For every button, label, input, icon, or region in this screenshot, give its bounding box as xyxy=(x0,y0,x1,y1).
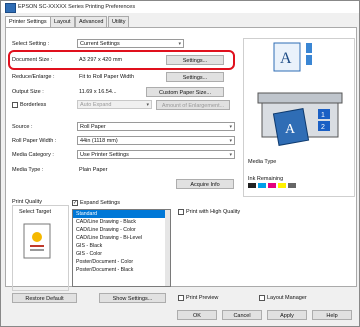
expand-settings-label: Expand Settings xyxy=(80,200,121,206)
ok-button[interactable]: OK xyxy=(177,310,217,320)
printer-illustration: A 1 2 xyxy=(257,92,343,146)
select-setting-value: Current Settings xyxy=(80,41,120,47)
list-item[interactable]: CAD/Line Drawing - Color xyxy=(73,226,170,234)
print-high-quality-label: Print with High Quality xyxy=(186,209,241,215)
custom-paper-size-button[interactable]: Custom Paper Size... xyxy=(146,87,224,97)
list-item[interactable]: GIS - Black xyxy=(73,242,170,250)
print-preview-checkbox[interactable] xyxy=(178,295,184,301)
window-title: EPSON SC-XXXXX Series Printing Preferenc… xyxy=(18,4,136,10)
document-size-settings-button[interactable]: Settings... xyxy=(166,55,224,65)
ink-levels-bar xyxy=(248,183,348,189)
reduce-enlarge-settings-button[interactable]: Settings... xyxy=(166,72,224,82)
list-scrollbar[interactable] xyxy=(165,210,170,286)
media-type-label: Media Type : xyxy=(12,167,44,173)
reduce-enlarge-value: Fit to Roll Paper Width xyxy=(79,74,135,80)
source-dropdown[interactable]: Roll Paper ▾ xyxy=(77,122,235,131)
media-category-label: Media Category : xyxy=(12,152,54,158)
document-size-value: A3 297 x 420 mm xyxy=(79,57,123,63)
document-size-label: Document Size : xyxy=(12,57,53,63)
document-preview-icon xyxy=(23,223,51,259)
borderless-mode-value: Auto Expand xyxy=(80,102,112,108)
ink-remaining-label: Ink Remaining xyxy=(248,176,284,182)
chevron-down-icon: ▾ xyxy=(229,138,232,144)
amount-of-enlargement-button[interactable]: Amount of Enlargement... xyxy=(156,100,230,110)
select-setting-label: Select Setting : xyxy=(12,41,49,47)
restore-default-button[interactable]: Restore Default xyxy=(12,293,77,303)
borderless-label: Borderless xyxy=(20,102,47,108)
list-item[interactable]: CAD/Line Drawing - Black xyxy=(73,218,170,226)
cancel-button[interactable]: Cancel xyxy=(222,310,262,320)
output-size-value: 11.69 x 16.54... xyxy=(79,89,117,95)
media-category-value: Use Printer Settings xyxy=(80,152,129,158)
chevron-down-icon: ▾ xyxy=(229,152,232,158)
tab-utility[interactable]: Utility xyxy=(108,16,130,27)
roll-paper-width-dropdown[interactable]: 44in (1118 mm) ▾ xyxy=(77,136,235,145)
apply-button[interactable]: Apply xyxy=(267,310,307,320)
show-settings-button[interactable]: Show Settings... xyxy=(99,293,166,303)
reduce-enlarge-label: Reduce/Enlarge : xyxy=(12,74,55,80)
svg-text:2: 2 xyxy=(321,124,325,131)
list-item[interactable]: CAD/Line Drawing - Bi-Level xyxy=(73,234,170,242)
title-bar: EPSON SC-XXXXX Series Printing Preferenc… xyxy=(1,1,359,13)
borderless-mode-dropdown[interactable]: Auto Expand ▾ xyxy=(77,100,152,109)
roll-paper-width-value: 44in (1118 mm) xyxy=(80,138,118,144)
source-value: Roll Paper xyxy=(80,124,106,130)
select-setting-dropdown[interactable]: Current Settings ▾ xyxy=(77,39,184,48)
svg-text:1: 1 xyxy=(321,112,325,119)
acquire-info-button[interactable]: Acquire Info xyxy=(176,179,234,189)
paper-orientation-icon: A xyxy=(273,42,312,72)
media-type-value: Plain Paper xyxy=(79,167,108,173)
list-item[interactable]: Poster/Document - Color xyxy=(73,258,170,266)
svg-text:A: A xyxy=(285,122,296,137)
print-high-quality-checkbox[interactable] xyxy=(178,209,184,215)
media-category-dropdown[interactable]: Use Printer Settings ▾ xyxy=(77,150,235,159)
chevron-down-icon: ▾ xyxy=(146,102,149,108)
tab-layout[interactable]: Layout xyxy=(50,16,75,27)
roll-paper-width-label: Roll Paper Width : xyxy=(12,138,57,144)
list-item[interactable]: GIS - Color xyxy=(73,250,170,258)
layout-manager-label: Layout Manager xyxy=(267,295,307,301)
list-item[interactable]: Standard xyxy=(73,210,170,218)
expand-settings-checkbox[interactable]: ✓ xyxy=(72,200,78,206)
printing-preferences-window: EPSON SC-XXXXX Series Printing Preferenc… xyxy=(0,0,360,327)
output-size-label: Output Size : xyxy=(12,89,44,95)
print-target-list[interactable]: Standard CAD/Line Drawing - Black CAD/Li… xyxy=(72,209,171,287)
preview-media-type-label: Media Type xyxy=(248,159,277,165)
layout-manager-checkbox[interactable] xyxy=(259,295,265,301)
chevron-down-icon: ▾ xyxy=(178,41,181,47)
chevron-down-icon: ▾ xyxy=(229,124,232,130)
select-target-label: Select Target xyxy=(19,209,52,215)
help-button[interactable]: Help xyxy=(312,310,352,320)
borderless-checkbox[interactable] xyxy=(12,102,18,108)
list-item[interactable]: Poster/Document - Black xyxy=(73,266,170,274)
source-label: Source : xyxy=(12,124,33,130)
printer-app-icon xyxy=(5,3,16,13)
tab-advanced[interactable]: Advanced xyxy=(75,16,108,27)
print-preview-label: Print Preview xyxy=(186,295,219,301)
svg-text:A: A xyxy=(280,50,292,67)
